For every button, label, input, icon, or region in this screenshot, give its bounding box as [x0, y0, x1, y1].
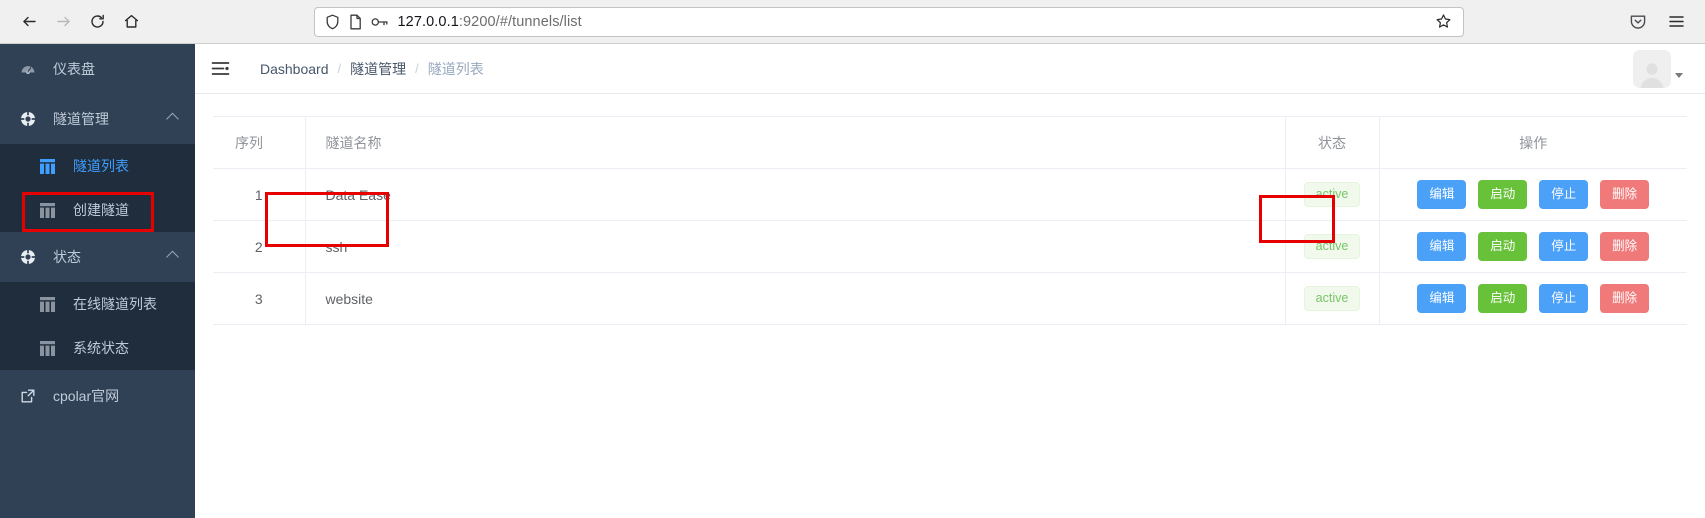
column-header-status: 状态 [1284, 116, 1380, 169]
cell-status: active [1284, 168, 1380, 221]
sidebar-group-status[interactable]: 状态 [0, 232, 195, 282]
sidebar-item-create-tunnel[interactable]: 创建隧道 [0, 188, 195, 232]
edit-button[interactable]: 编辑 [1417, 180, 1467, 209]
stop-button[interactable]: 停止 [1539, 180, 1589, 209]
navbar-right [1633, 49, 1683, 88]
edit-button[interactable]: 编辑 [1417, 232, 1467, 261]
collapse-menu-icon[interactable] [211, 60, 230, 77]
url-bar[interactable]: 127.0.0.1:9200/#/tunnels/list [313, 6, 1464, 37]
edit-button[interactable]: 编辑 [1417, 284, 1467, 313]
home-button[interactable] [114, 5, 148, 39]
tunnel-table: 序列 隧道名称 状态 操作 1 Data Ease active 编辑 启动 停… [213, 116, 1687, 325]
chrome-right-actions [1611, 5, 1693, 39]
cell-name: ssh [305, 220, 1285, 273]
avatar[interactable] [1633, 49, 1671, 88]
cell-operations: 编辑 启动 停止 删除 [1379, 272, 1687, 325]
tunnel-circle-icon [20, 111, 44, 127]
sidebar-label: cpolar官网 [53, 388, 120, 404]
submenu-tunnel-management: 隧道列表 创建隧道 [0, 144, 195, 232]
sidebar-group-tunnel-management[interactable]: 隧道管理 [0, 94, 195, 144]
external-link-icon [20, 388, 44, 404]
dashboard-gauge-icon [20, 61, 44, 77]
table-row: 1 Data Ease active 编辑 启动 停止 删除 [213, 168, 1687, 221]
app-shell: 仪表盘 隧道管理 隧道列表 创建隧道 状态 在线隧道列表 系统状态 cpolar… [0, 44, 1705, 518]
sidebar-item-dashboard[interactable]: 仪表盘 [0, 44, 195, 94]
chevron-up-icon [166, 250, 179, 264]
table-grid-icon [40, 296, 64, 312]
urlbar-container: 127.0.0.1:9200/#/tunnels/list [148, 6, 1611, 37]
sidebar-item-system-status[interactable]: 系统状态 [0, 326, 195, 370]
status-badge: active [1303, 233, 1361, 260]
sidebar-label: 在线隧道列表 [73, 296, 157, 312]
delete-button[interactable]: 删除 [1600, 284, 1650, 313]
table-grid-icon [40, 202, 64, 218]
breadcrumb-separator: / [337, 61, 342, 76]
sidebar-label: 系统状态 [73, 340, 129, 356]
cell-seq: 1 [213, 168, 306, 221]
column-header-name: 隧道名称 [305, 116, 1285, 169]
tunnel-table-container: 序列 隧道名称 状态 操作 1 Data Ease active 编辑 启动 停… [195, 94, 1705, 325]
sidebar-label: 隧道列表 [73, 158, 129, 174]
stop-button[interactable]: 停止 [1539, 232, 1589, 261]
star-icon[interactable] [1432, 13, 1455, 30]
sidebar-item-online-tunnel-list[interactable]: 在线隧道列表 [0, 282, 195, 326]
start-button[interactable]: 启动 [1478, 180, 1528, 209]
cell-status: active [1284, 272, 1380, 325]
pocket-icon[interactable] [1621, 5, 1655, 39]
status-badge: active [1303, 285, 1361, 312]
column-header-ops: 操作 [1379, 116, 1687, 169]
main-content: Dashboard / 隧道管理 / 隧道列表 序列 隧道名称 状态 操作 1 … [195, 44, 1705, 518]
sidebar-item-tunnel-list[interactable]: 隧道列表 [0, 144, 195, 188]
delete-button[interactable]: 删除 [1600, 180, 1650, 209]
cell-status: active [1284, 220, 1380, 273]
submenu-status: 在线隧道列表 系统状态 [0, 282, 195, 370]
breadcrumb-item-tunnel-management[interactable]: 隧道管理 [350, 59, 406, 79]
start-button[interactable]: 启动 [1478, 284, 1528, 313]
url-path: :9200/#/tunnels/list [458, 13, 582, 30]
url-host: 127.0.0.1 [397, 13, 459, 30]
table-row: 3 website active 编辑 启动 停止 删除 [213, 272, 1687, 325]
cell-seq: 3 [213, 272, 306, 325]
browser-toolbar: 127.0.0.1:9200/#/tunnels/list [0, 0, 1705, 44]
breadcrumb-item-tunnel-list: 隧道列表 [427, 60, 484, 77]
top-navbar: Dashboard / 隧道管理 / 隧道列表 [195, 44, 1705, 94]
shield-icon[interactable] [325, 14, 340, 30]
table-grid-icon [40, 340, 64, 356]
hamburger-menu-icon[interactable] [1659, 5, 1693, 39]
cell-name: Data Ease [305, 168, 1285, 221]
table-head: 序列 隧道名称 状态 操作 [213, 116, 1687, 169]
start-button[interactable]: 启动 [1478, 232, 1528, 261]
breadcrumb-item-dashboard[interactable]: Dashboard [260, 61, 329, 77]
breadcrumb-separator: / [415, 61, 419, 76]
status-badge: active [1303, 181, 1361, 208]
cell-operations: 编辑 启动 停止 删除 [1379, 220, 1687, 273]
breadcrumb: Dashboard / 隧道管理 / 隧道列表 [260, 59, 484, 79]
sidebar-item-cpolar-website[interactable]: cpolar官网 [0, 370, 195, 422]
status-circle-icon [20, 249, 44, 265]
forward-button[interactable] [46, 5, 80, 39]
sidebar-label: 状态 [53, 249, 81, 265]
chevron-up-icon [166, 112, 179, 126]
cell-seq: 2 [213, 220, 306, 273]
sidebar: 仪表盘 隧道管理 隧道列表 创建隧道 状态 在线隧道列表 系统状态 cpolar… [0, 44, 195, 518]
sidebar-label: 隧道管理 [53, 111, 109, 127]
column-header-seq: 序列 [213, 116, 306, 169]
table-row: 2 ssh active 编辑 启动 停止 删除 [213, 220, 1687, 273]
sidebar-label: 创建隧道 [73, 202, 129, 218]
page-icon[interactable] [349, 14, 362, 30]
table-header-row: 序列 隧道名称 状态 操作 [213, 116, 1687, 169]
table-body: 1 Data Ease active 编辑 启动 停止 删除 2 ssh act… [213, 168, 1687, 325]
url-text[interactable]: 127.0.0.1:9200/#/tunnels/list [398, 14, 1423, 30]
key-icon[interactable] [371, 16, 389, 28]
back-button[interactable] [12, 5, 46, 39]
cell-operations: 编辑 启动 停止 删除 [1379, 168, 1687, 221]
table-grid-icon [40, 158, 64, 174]
caret-down-icon[interactable] [1675, 73, 1683, 78]
cell-name: website [305, 272, 1285, 325]
delete-button[interactable]: 删除 [1600, 232, 1650, 261]
stop-button[interactable]: 停止 [1539, 284, 1589, 313]
reload-button[interactable] [80, 5, 114, 39]
sidebar-label: 仪表盘 [53, 61, 95, 77]
